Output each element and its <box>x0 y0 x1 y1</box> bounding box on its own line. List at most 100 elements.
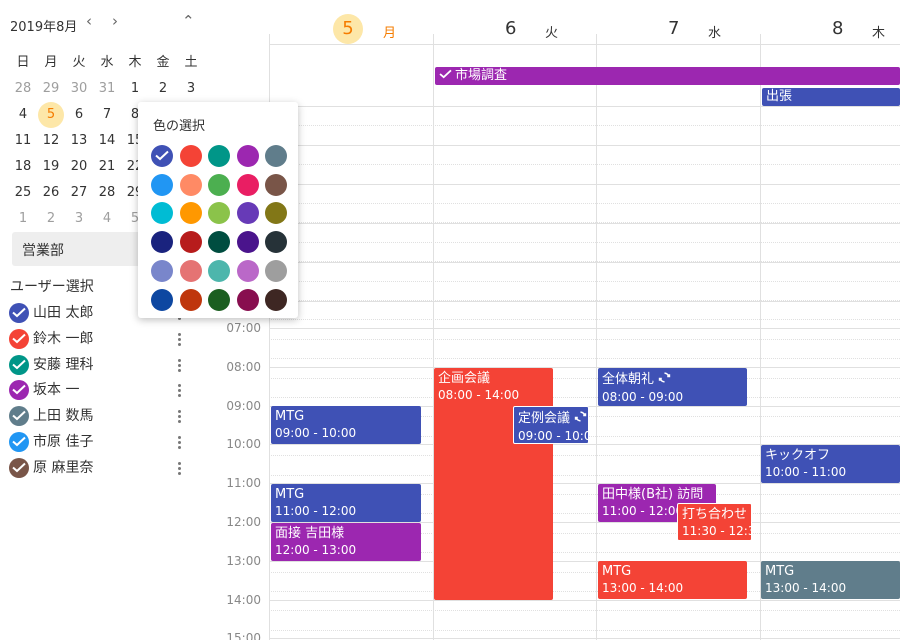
event-title: 田中様(B社) 訪問 <box>602 487 712 503</box>
user-checkbox-icon[interactable] <box>9 380 29 401</box>
prev-month-icon[interactable]: ‹ <box>86 12 92 30</box>
calendar-event[interactable]: 定例会議 09:00 - 10:00 <box>513 406 589 444</box>
mini-calendar-day[interactable]: 20 <box>65 154 93 180</box>
mini-calendar-day[interactable]: 6 <box>65 102 93 128</box>
mini-calendar-day[interactable]: 3 <box>177 76 205 102</box>
more-icon[interactable] <box>175 379 183 401</box>
mini-calendar-day[interactable]: 2 <box>149 76 177 102</box>
color-swatch[interactable] <box>236 173 259 196</box>
mini-calendar-day[interactable]: 21 <box>93 154 121 180</box>
mini-calendar-day[interactable]: 28 <box>93 180 121 206</box>
mini-calendar-day[interactable]: 2 <box>37 206 65 232</box>
more-icon[interactable] <box>175 354 183 376</box>
mini-calendar-day[interactable]: 3 <box>65 206 93 232</box>
calendar-event[interactable]: MTG 09:00 - 10:00 <box>271 406 421 444</box>
mini-calendar-day[interactable]: 18 <box>9 154 37 180</box>
day-header[interactable]: 5月 <box>269 0 433 44</box>
mini-calendar-day[interactable]: 1 <box>9 206 37 232</box>
mini-calendar-day[interactable]: 27 <box>65 180 93 206</box>
allday-event[interactable]: 市場調査 <box>435 67 900 85</box>
mini-calendar-day[interactable]: 12 <box>37 128 65 154</box>
user-item[interactable]: 坂本 一 <box>9 379 189 403</box>
color-swatch[interactable] <box>236 288 259 311</box>
collapse-icon[interactable]: ⌃ <box>182 12 195 30</box>
color-swatch[interactable] <box>151 173 173 196</box>
color-swatch[interactable] <box>208 173 230 196</box>
user-item[interactable]: 安藤 理科 <box>9 354 189 378</box>
calendar-event[interactable]: MTG 11:00 - 12:00 <box>271 484 421 522</box>
color-swatch[interactable] <box>179 145 202 167</box>
color-swatch[interactable] <box>179 202 202 225</box>
color-swatch[interactable] <box>236 231 259 254</box>
user-checkbox-icon[interactable] <box>9 406 29 427</box>
mini-calendar-day[interactable]: 4 <box>93 206 121 232</box>
color-swatch[interactable] <box>208 145 230 167</box>
mini-calendar-day[interactable]: 29 <box>37 76 65 102</box>
color-swatch[interactable] <box>179 231 202 254</box>
color-swatch[interactable] <box>265 259 287 282</box>
event-time: 12:00 - 13:00 <box>275 543 357 557</box>
day-header[interactable]: 7水 <box>596 0 760 44</box>
color-swatch[interactable] <box>179 259 202 282</box>
user-item[interactable]: 上田 数馬 <box>9 405 189 429</box>
calendar-event[interactable]: 全体朝礼 08:00 - 09:00 <box>598 368 747 406</box>
calendar-event[interactable]: 面接 吉田様 12:00 - 13:00 <box>271 523 421 561</box>
color-swatch[interactable] <box>265 202 287 225</box>
color-swatch[interactable] <box>236 259 259 282</box>
more-icon[interactable] <box>175 431 183 453</box>
color-swatch[interactable] <box>179 173 202 196</box>
day-header[interactable]: 6火 <box>433 0 597 44</box>
mini-calendar-day[interactable]: 19 <box>37 154 65 180</box>
mini-calendar-day[interactable]: 13 <box>65 128 93 154</box>
color-swatch[interactable] <box>208 231 230 254</box>
mini-calendar-title: 2019年8月 <box>10 20 78 35</box>
color-swatch[interactable] <box>151 145 173 167</box>
day-header[interactable]: 8木 <box>760 0 900 44</box>
user-checkbox-icon[interactable] <box>9 457 29 478</box>
calendar-event[interactable]: MTG 13:00 - 14:00 <box>761 561 900 599</box>
mini-calendar-day[interactable]: 11 <box>9 128 37 154</box>
mini-calendar-day[interactable]: 28 <box>9 76 37 102</box>
color-swatch[interactable] <box>265 231 287 254</box>
color-swatch[interactable] <box>265 145 287 167</box>
user-checkbox-icon[interactable] <box>9 303 29 323</box>
mini-calendar-day[interactable]: 5 <box>37 102 65 128</box>
color-swatch[interactable] <box>151 259 173 282</box>
calendar-event[interactable]: 打ち合わせ 11:30 - 12:30 <box>677 503 752 541</box>
mini-calendar-day[interactable]: 25 <box>9 180 37 206</box>
color-swatch[interactable] <box>236 145 259 167</box>
mini-calendar-day[interactable]: 7 <box>93 102 121 128</box>
color-swatch[interactable] <box>265 288 287 311</box>
color-swatch[interactable] <box>208 202 230 225</box>
calendar-event[interactable]: 企画会議 08:00 - 14:00 <box>434 368 553 600</box>
mini-calendar-day[interactable]: 4 <box>9 102 37 128</box>
user-checkbox-icon[interactable] <box>9 328 29 349</box>
mini-calendar-day[interactable]: 1 <box>121 76 149 102</box>
color-swatch[interactable] <box>151 231 173 254</box>
event-title-text: MTG <box>275 487 305 502</box>
user-item[interactable]: 市原 佳子 <box>9 431 189 455</box>
color-swatch[interactable] <box>236 202 259 225</box>
color-swatch[interactable] <box>208 288 230 311</box>
mini-calendar-day[interactable]: 26 <box>37 180 65 206</box>
color-swatch[interactable] <box>151 202 173 225</box>
calendar-event[interactable]: MTG 13:00 - 14:00 <box>598 561 747 599</box>
allday-event[interactable]: 出張 <box>762 88 900 106</box>
more-icon[interactable] <box>175 405 183 427</box>
next-month-icon[interactable]: › <box>112 12 118 30</box>
color-swatch[interactable] <box>265 173 287 196</box>
event-title-text: 田中様(B社) 訪問 <box>602 487 704 502</box>
mini-calendar-day[interactable]: 14 <box>93 128 121 154</box>
color-swatch[interactable] <box>179 288 202 311</box>
more-icon[interactable] <box>175 457 183 479</box>
user-checkbox-icon[interactable] <box>9 432 29 452</box>
color-swatch[interactable] <box>151 288 173 311</box>
color-swatch[interactable] <box>208 259 230 282</box>
user-item[interactable]: 鈴木 一郎 <box>9 328 189 352</box>
user-item[interactable]: 原 麻里奈 <box>9 457 189 481</box>
calendar-event[interactable]: キックオフ 10:00 - 11:00 <box>761 445 900 483</box>
mini-calendar-day[interactable]: 30 <box>65 76 93 102</box>
user-checkbox-icon[interactable] <box>9 354 29 375</box>
more-icon[interactable] <box>175 328 183 350</box>
mini-calendar-day[interactable]: 31 <box>93 76 121 102</box>
